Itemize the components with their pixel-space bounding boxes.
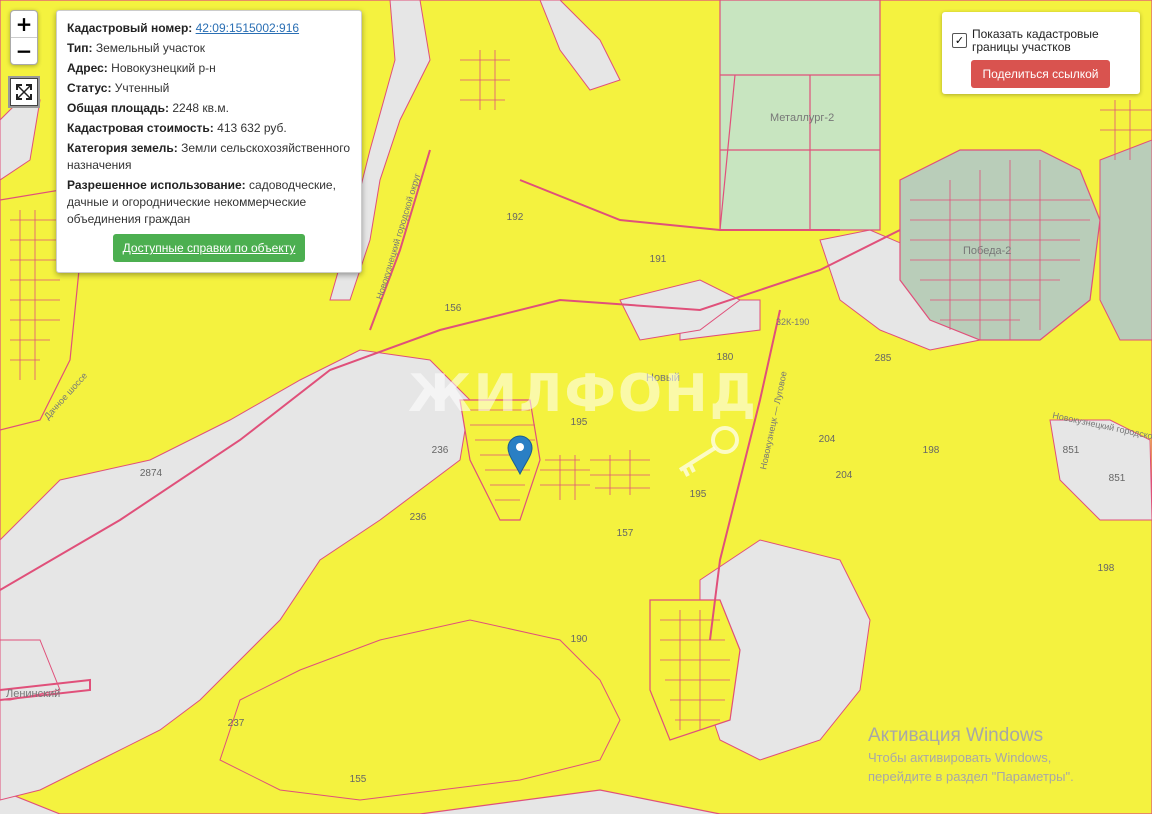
parcel-number: 180 bbox=[717, 352, 734, 363]
parcel-number: 155 bbox=[350, 774, 367, 785]
zoom-in-button[interactable]: + bbox=[11, 11, 37, 37]
parcel-number: 190 bbox=[571, 634, 588, 645]
parcel-number: 198 bbox=[1098, 563, 1115, 574]
activation-line-2: перейдите в раздел "Параметры". bbox=[868, 769, 1074, 784]
parcel-number: 195 bbox=[690, 489, 707, 500]
zoom-out-button[interactable]: − bbox=[11, 37, 37, 64]
parcel-number: 236 bbox=[410, 512, 427, 523]
cadastral-number-row: Кадастровый номер: 42:09:1515002:916 bbox=[67, 21, 300, 35]
cadastral-number-link[interactable]: 42:09:1515002:916 bbox=[196, 21, 299, 35]
parcel-number: 156 bbox=[445, 303, 462, 314]
place-label: Ленинский bbox=[6, 688, 60, 700]
zoom-control: + − bbox=[10, 10, 38, 65]
windows-activation-notice: Активация Windows Чтобы активировать Win… bbox=[868, 724, 1074, 786]
road-label: 32К-190 bbox=[776, 317, 809, 327]
type-row: Тип: Земельный участок bbox=[67, 41, 206, 55]
category-row: Категория земель: Земли сельскохозяйстве… bbox=[67, 141, 351, 172]
site-watermark: ЖИЛФОНД bbox=[408, 364, 758, 424]
parcel-number: 204 bbox=[819, 434, 836, 445]
status-row: Статус: Учтенный bbox=[67, 81, 170, 95]
available-reports-button[interactable]: Доступные справки по объекту bbox=[113, 234, 305, 262]
parcel-info-popup: Кадастровый номер: 42:09:1515002:916 Тип… bbox=[56, 10, 362, 273]
cost-row: Кадастровая стоимость: 413 632 руб. bbox=[67, 121, 287, 135]
fullscreen-button[interactable] bbox=[10, 78, 38, 106]
parcel-number: 192 bbox=[507, 212, 524, 223]
parcel-number: 285 bbox=[875, 353, 892, 364]
activation-line-1: Чтобы активировать Windows, bbox=[868, 750, 1052, 765]
parcel-number: 2874 bbox=[140, 468, 163, 479]
usage-row: Разрешенное использование: садоводческие… bbox=[67, 178, 336, 226]
map-options-panel: ✓ Показать кадастровые границы участков … bbox=[942, 12, 1140, 94]
activation-title: Активация Windows bbox=[868, 725, 1044, 746]
share-link-button[interactable]: Поделиться ссылкой bbox=[971, 60, 1110, 88]
fullscreen-icon bbox=[16, 84, 32, 100]
parcel-number: 237 bbox=[228, 718, 245, 729]
parcel-number: 851 bbox=[1109, 473, 1126, 484]
parcel-number: 157 bbox=[617, 528, 634, 539]
parcel-number: 204 bbox=[836, 470, 853, 481]
place-label: Металлург-2 bbox=[770, 112, 834, 124]
parcel-number: 191 bbox=[650, 254, 667, 265]
area-row: Общая площадь: 2248 кв.м. bbox=[67, 101, 229, 115]
show-borders-label[interactable]: Показать кадастровые границы участков bbox=[972, 28, 1137, 54]
parcel-number: 236 bbox=[432, 445, 449, 456]
parcel-number: 198 bbox=[923, 445, 940, 456]
parcel-number: 851 bbox=[1063, 445, 1080, 456]
show-borders-checkbox[interactable]: ✓ bbox=[952, 33, 967, 48]
place-label: Победа-2 bbox=[963, 245, 1011, 257]
address-row: Адрес: Новокузнецкий р-н bbox=[67, 61, 216, 75]
